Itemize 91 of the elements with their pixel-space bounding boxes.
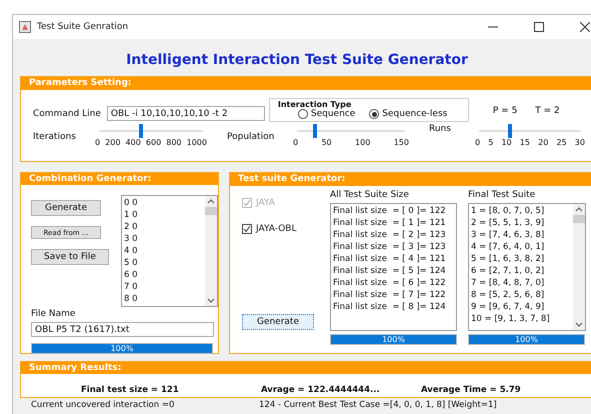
slider-label: Runs	[429, 124, 452, 134]
list-item[interactable]: 4 0	[124, 245, 203, 257]
tick-label: 200	[105, 138, 120, 147]
tick-label: 600	[146, 138, 162, 147]
status-text: Current uncovered interaction =0	[31, 400, 176, 410]
generate-button[interactable]: Generate	[242, 314, 314, 330]
tick-label: 15	[520, 138, 530, 147]
list-item[interactable]: Final list size = [ 8 ]= 124	[333, 301, 454, 313]
list-item[interactable]: 7 0	[124, 281, 203, 293]
list-item[interactable]: 5 0	[124, 257, 203, 269]
list-item[interactable]: 1 0	[124, 209, 203, 221]
tick-label: 10	[501, 138, 512, 147]
scroll-up-icon	[207, 199, 215, 204]
slider-label: Population	[227, 132, 276, 142]
radio-option[interactable]: Sequence-less	[369, 109, 448, 119]
app-icon	[19, 21, 31, 33]
scroll-down-icon	[575, 322, 583, 327]
scroll-down-icon	[207, 298, 215, 303]
list-item[interactable]: Final list size = [ 1 ]= 121	[333, 217, 454, 229]
list-item[interactable]: 5 = [1, 6, 3, 8, 2]	[471, 253, 571, 265]
tick-label: 100	[355, 138, 370, 147]
list-item[interactable]: 8 = [5, 2, 5, 6, 8]	[471, 289, 571, 301]
tick-label: 30	[574, 138, 585, 147]
command-line-field[interactable]: OBL -i 10,10,10,10,10 -t 2	[106, 106, 265, 121]
summary-value: Avrage = 122.4444444...	[261, 385, 381, 395]
status-text: 124 - Current Best Test Case =[4, 0, 0, 1, 8] [Weight=1]	[259, 400, 498, 410]
list-item[interactable]: 6 0	[124, 269, 203, 281]
list-item[interactable]: Final list size = [ 4 ]= 121	[333, 253, 454, 265]
tick-label: 0	[95, 138, 100, 147]
progress-text: 100%	[514, 335, 539, 344]
tick-label: 50	[321, 138, 332, 147]
slider-label: Iterations	[33, 132, 77, 142]
app-title: Intelligent Interaction Test Suite Generator	[125, 51, 469, 70]
list-item[interactable]: 9 = [9, 6, 7, 4, 9]	[471, 301, 571, 313]
tick-label: 1000	[186, 138, 207, 147]
field-label: File Name	[31, 309, 76, 319]
generate-button[interactable]: Generate	[31, 200, 101, 216]
list-item[interactable]: 2 0	[124, 221, 203, 233]
list-heading: Final Test Suite	[468, 190, 536, 200]
panel-header: Test suite Generator:	[230, 173, 591, 186]
list-item[interactable]: 2 = [5, 5, 1, 3, 9]	[471, 217, 571, 229]
t-value: T = 2	[535, 106, 560, 116]
file-name-field[interactable]: OBL P5 T2 (1617).txt	[31, 322, 214, 337]
scroll-up-icon	[575, 207, 583, 212]
panel-header: Parameters Setting:	[21, 77, 591, 90]
list-item[interactable]: Final list size = [ 0 ]= 122	[333, 205, 454, 217]
close-icon[interactable]	[580, 22, 590, 32]
tick-label: 400	[126, 138, 141, 147]
list-item[interactable]: 6 = [2, 7, 1, 0, 2]	[471, 265, 571, 277]
tick-label: 20	[538, 138, 548, 147]
list-item[interactable]: 4 = [7, 6, 4, 0, 1]	[471, 241, 571, 253]
list-item[interactable]: 1 = [8, 0, 7, 0, 5]	[471, 205, 571, 217]
tick-label: 5	[488, 138, 494, 147]
tick-label: 800	[166, 138, 182, 147]
scroll-thumb[interactable]	[205, 207, 217, 215]
progress-text: 100%	[381, 335, 406, 344]
summary-value: Final test size = 121	[81, 385, 180, 395]
slider[interactable]	[99, 124, 203, 138]
tick-label: 150	[394, 138, 409, 147]
list-item[interactable]: 0 0	[124, 197, 203, 209]
list-item[interactable]: Final list size = [ 6 ]= 122	[333, 277, 454, 289]
list-item[interactable]: 10 = [9, 1, 3, 7, 8]	[471, 313, 571, 325]
radio-option[interactable]: Sequence	[298, 109, 356, 119]
tick-label: 0	[293, 138, 298, 147]
group-label: Interaction Type	[278, 100, 352, 109]
slider[interactable]	[479, 124, 581, 138]
slider[interactable]	[297, 124, 405, 138]
maximize-icon[interactable]	[534, 22, 544, 32]
check-icon	[243, 225, 251, 233]
progress-text: 100%	[110, 344, 134, 353]
p-value: P = 5	[492, 106, 518, 116]
field-label: Command Line	[33, 108, 101, 118]
check-icon	[243, 199, 251, 207]
panel-header: Combination Generator:	[21, 173, 218, 185]
list-item[interactable]: Final list size = [ 2 ]= 123	[333, 229, 454, 241]
list-item[interactable]: 3 = [7, 4, 6, 3, 8]	[471, 229, 571, 241]
scroll-thumb[interactable]	[573, 215, 585, 223]
list-item[interactable]: 8 0	[124, 293, 203, 305]
panel-header: Summary Results:	[21, 362, 591, 374]
tick-label: 0	[475, 138, 480, 147]
list-item[interactable]: Final list size = [ 5 ]= 124	[333, 265, 454, 277]
list-heading: All Test Suite Size	[330, 190, 410, 200]
list-item[interactable]: Final list size = [ 3 ]= 123	[333, 241, 454, 253]
save-button[interactable]: Save to File	[31, 249, 109, 265]
tick-label: 25	[556, 138, 567, 147]
checkbox[interactable]: JAYA-OBL	[242, 224, 330, 234]
list-item[interactable]: Final list size = [ 7 ]= 122	[333, 289, 454, 301]
summary-value: Average Time = 5.79	[421, 385, 522, 395]
window-title: Test Suite Genration	[37, 22, 130, 32]
list-item[interactable]: 7 = [8, 4, 8, 7, 0]	[471, 277, 571, 289]
list-item[interactable]: 3 0	[124, 233, 203, 245]
